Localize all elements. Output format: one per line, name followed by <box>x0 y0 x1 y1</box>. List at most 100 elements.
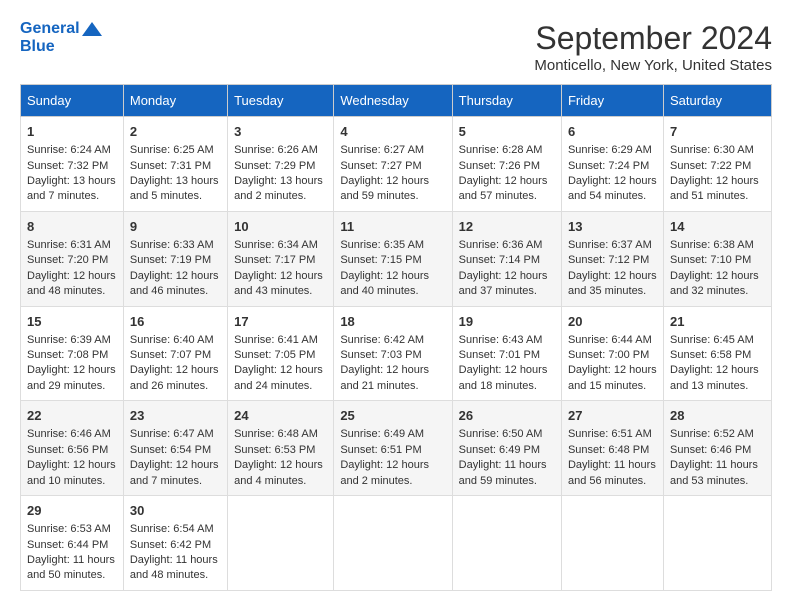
day-number: 24 <box>234 407 327 425</box>
sunset-label: Sunset: 7:03 PM <box>340 349 421 361</box>
day-number: 8 <box>27 218 117 236</box>
sunrise-label: Sunrise: 6:39 AM <box>27 334 111 346</box>
logo-text: GeneralBlue <box>20 20 102 55</box>
calendar-cell: 22 Sunrise: 6:46 AM Sunset: 6:56 PM Dayl… <box>21 401 124 496</box>
day-number: 6 <box>568 123 657 141</box>
calendar-week-row: 29 Sunrise: 6:53 AM Sunset: 6:44 PM Dayl… <box>21 496 772 591</box>
calendar-week-row: 8 Sunrise: 6:31 AM Sunset: 7:20 PM Dayli… <box>21 211 772 306</box>
daylight-label: Daylight: 12 hours and 54 minutes. <box>568 175 657 202</box>
sunset-label: Sunset: 6:49 PM <box>459 444 540 456</box>
day-number: 3 <box>234 123 327 141</box>
calendar-cell: 30 Sunrise: 6:54 AM Sunset: 6:42 PM Dayl… <box>123 496 227 591</box>
calendar-week-row: 15 Sunrise: 6:39 AM Sunset: 7:08 PM Dayl… <box>21 306 772 401</box>
day-number: 28 <box>670 407 765 425</box>
calendar-cell <box>334 496 452 591</box>
sunrise-label: Sunrise: 6:27 AM <box>340 144 424 156</box>
daylight-label: Daylight: 12 hours and 18 minutes. <box>459 364 548 391</box>
daylight-label: Daylight: 12 hours and 59 minutes. <box>340 175 429 202</box>
calendar-table: Sunday Monday Tuesday Wednesday Thursday… <box>20 84 772 591</box>
sunset-label: Sunset: 6:58 PM <box>670 349 751 361</box>
sunrise-label: Sunrise: 6:28 AM <box>459 144 543 156</box>
day-number: 23 <box>130 407 221 425</box>
sunset-label: Sunset: 6:56 PM <box>27 444 108 456</box>
header-sunday: Sunday <box>21 85 124 117</box>
daylight-label: Daylight: 13 hours and 2 minutes. <box>234 175 323 202</box>
sunset-label: Sunset: 6:46 PM <box>670 444 751 456</box>
sunrise-label: Sunrise: 6:40 AM <box>130 334 214 346</box>
daylight-label: Daylight: 11 hours and 53 minutes. <box>670 459 758 486</box>
logo: General Blue GeneralBlue <box>20 20 102 55</box>
calendar-cell <box>561 496 663 591</box>
sunrise-label: Sunrise: 6:25 AM <box>130 144 214 156</box>
calendar-cell: 24 Sunrise: 6:48 AM Sunset: 6:53 PM Dayl… <box>228 401 334 496</box>
calendar-cell: 17 Sunrise: 6:41 AM Sunset: 7:05 PM Dayl… <box>228 306 334 401</box>
sunset-label: Sunset: 7:08 PM <box>27 349 108 361</box>
sunrise-label: Sunrise: 6:47 AM <box>130 428 214 440</box>
calendar-cell: 19 Sunrise: 6:43 AM Sunset: 7:01 PM Dayl… <box>452 306 561 401</box>
sunset-label: Sunset: 7:10 PM <box>670 254 751 266</box>
logo-blue: Blue <box>20 38 102 56</box>
day-number: 15 <box>27 313 117 331</box>
day-number: 19 <box>459 313 555 331</box>
sunset-label: Sunset: 7:24 PM <box>568 160 649 172</box>
sunrise-label: Sunrise: 6:36 AM <box>459 239 543 251</box>
day-number: 29 <box>27 502 117 520</box>
daylight-label: Daylight: 12 hours and 48 minutes. <box>27 270 116 297</box>
calendar-cell: 6 Sunrise: 6:29 AM Sunset: 7:24 PM Dayli… <box>561 117 663 212</box>
day-number: 14 <box>670 218 765 236</box>
daylight-label: Daylight: 12 hours and 2 minutes. <box>340 459 429 486</box>
daylight-label: Daylight: 12 hours and 7 minutes. <box>130 459 219 486</box>
calendar-cell <box>452 496 561 591</box>
header-saturday: Saturday <box>664 85 772 117</box>
calendar-cell: 18 Sunrise: 6:42 AM Sunset: 7:03 PM Dayl… <box>334 306 452 401</box>
day-number: 5 <box>459 123 555 141</box>
calendar-cell: 21 Sunrise: 6:45 AM Sunset: 6:58 PM Dayl… <box>664 306 772 401</box>
sunset-label: Sunset: 6:54 PM <box>130 444 211 456</box>
sunrise-label: Sunrise: 6:30 AM <box>670 144 754 156</box>
sunset-label: Sunset: 7:19 PM <box>130 254 211 266</box>
daylight-label: Daylight: 12 hours and 37 minutes. <box>459 270 548 297</box>
calendar-cell: 14 Sunrise: 6:38 AM Sunset: 7:10 PM Dayl… <box>664 211 772 306</box>
calendar-cell: 26 Sunrise: 6:50 AM Sunset: 6:49 PM Dayl… <box>452 401 561 496</box>
calendar-cell: 28 Sunrise: 6:52 AM Sunset: 6:46 PM Dayl… <box>664 401 772 496</box>
page-header: General Blue GeneralBlue September 2024 … <box>20 20 772 74</box>
daylight-label: Daylight: 12 hours and 10 minutes. <box>27 459 116 486</box>
day-number: 16 <box>130 313 221 331</box>
daylight-label: Daylight: 12 hours and 57 minutes. <box>459 175 548 202</box>
calendar-cell: 27 Sunrise: 6:51 AM Sunset: 6:48 PM Dayl… <box>561 401 663 496</box>
header-wednesday: Wednesday <box>334 85 452 117</box>
calendar-cell: 13 Sunrise: 6:37 AM Sunset: 7:12 PM Dayl… <box>561 211 663 306</box>
sunrise-label: Sunrise: 6:29 AM <box>568 144 652 156</box>
sunset-label: Sunset: 7:05 PM <box>234 349 315 361</box>
calendar-week-row: 1 Sunrise: 6:24 AM Sunset: 7:32 PM Dayli… <box>21 117 772 212</box>
daylight-label: Daylight: 11 hours and 48 minutes. <box>130 554 218 581</box>
sunset-label: Sunset: 7:17 PM <box>234 254 315 266</box>
header-friday: Friday <box>561 85 663 117</box>
daylight-label: Daylight: 12 hours and 46 minutes. <box>130 270 219 297</box>
sunset-label: Sunset: 7:07 PM <box>130 349 211 361</box>
day-number: 20 <box>568 313 657 331</box>
sunset-label: Sunset: 7:00 PM <box>568 349 649 361</box>
sunset-label: Sunset: 6:44 PM <box>27 539 108 551</box>
day-number: 26 <box>459 407 555 425</box>
calendar-cell: 2 Sunrise: 6:25 AM Sunset: 7:31 PM Dayli… <box>123 117 227 212</box>
sunrise-label: Sunrise: 6:41 AM <box>234 334 318 346</box>
daylight-label: Daylight: 11 hours and 59 minutes. <box>459 459 547 486</box>
calendar-header-row: Sunday Monday Tuesday Wednesday Thursday… <box>21 85 772 117</box>
sunrise-label: Sunrise: 6:48 AM <box>234 428 318 440</box>
sunset-label: Sunset: 7:26 PM <box>459 160 540 172</box>
calendar-cell <box>228 496 334 591</box>
calendar-cell: 29 Sunrise: 6:53 AM Sunset: 6:44 PM Dayl… <box>21 496 124 591</box>
calendar-cell: 20 Sunrise: 6:44 AM Sunset: 7:00 PM Dayl… <box>561 306 663 401</box>
day-number: 9 <box>130 218 221 236</box>
calendar-cell: 3 Sunrise: 6:26 AM Sunset: 7:29 PM Dayli… <box>228 117 334 212</box>
sunset-label: Sunset: 7:27 PM <box>340 160 421 172</box>
sunset-label: Sunset: 7:22 PM <box>670 160 751 172</box>
sunrise-label: Sunrise: 6:46 AM <box>27 428 111 440</box>
sunrise-label: Sunrise: 6:49 AM <box>340 428 424 440</box>
calendar-cell: 15 Sunrise: 6:39 AM Sunset: 7:08 PM Dayl… <box>21 306 124 401</box>
sunrise-label: Sunrise: 6:53 AM <box>27 523 111 535</box>
calendar-subtitle: Monticello, New York, United States <box>534 57 772 74</box>
daylight-label: Daylight: 12 hours and 21 minutes. <box>340 364 429 391</box>
sunset-label: Sunset: 7:29 PM <box>234 160 315 172</box>
